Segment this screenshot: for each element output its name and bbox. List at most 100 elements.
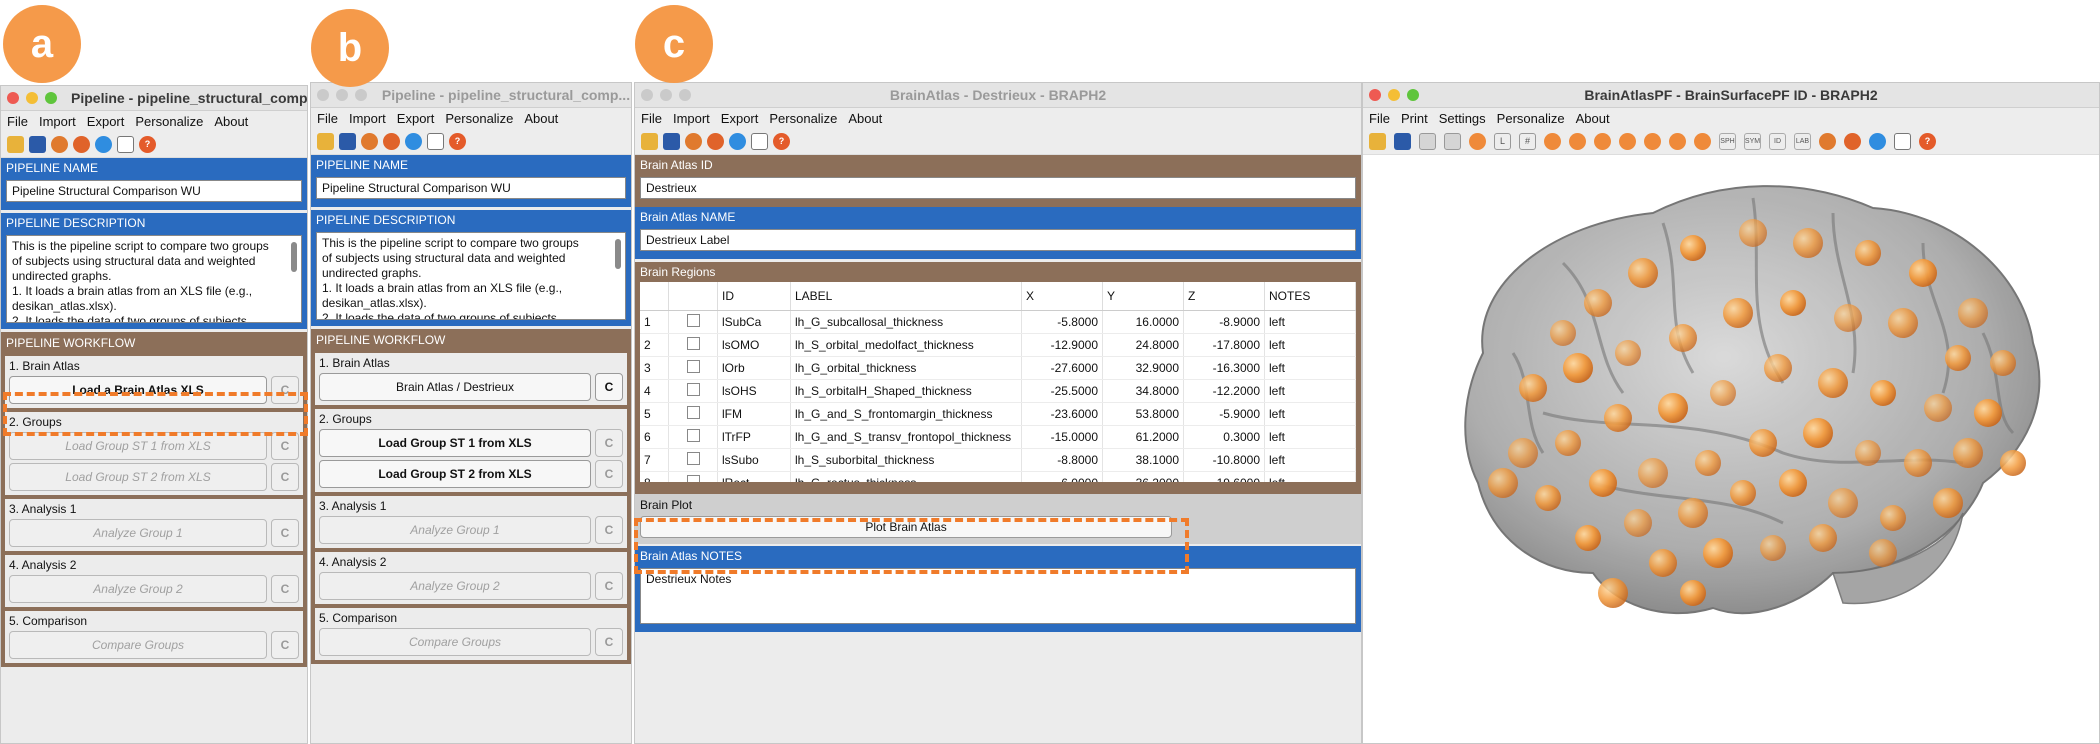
row-checkbox[interactable] (686, 406, 700, 419)
minimize-window-button[interactable] (26, 92, 38, 104)
c-button[interactable]: C (595, 572, 623, 600)
menu-import[interactable]: Import (349, 111, 386, 126)
scrollbar-thumb[interactable] (615, 239, 621, 269)
menu-about[interactable]: About (214, 114, 248, 129)
c-button[interactable]: C (595, 516, 623, 544)
region-y[interactable]: 36.2000 (1102, 471, 1184, 482)
region-x[interactable]: -23.6000 (1021, 402, 1103, 426)
help-icon[interactable]: ? (449, 132, 466, 150)
region-x[interactable]: -25.5000 (1021, 379, 1103, 403)
region-x[interactable]: -27.6000 (1021, 356, 1103, 380)
table-row[interactable]: 8 lRectlh_G_rectus_thickness-6.000036.200… (640, 471, 1356, 482)
c-button[interactable]: C (595, 460, 623, 488)
zoom-window-button[interactable] (45, 92, 57, 104)
document-icon[interactable] (1894, 132, 1911, 150)
region-id[interactable]: lTrFP (717, 425, 791, 449)
region-y[interactable]: 53.8000 (1102, 402, 1184, 426)
atlas-id-field[interactable]: Destrieux (640, 177, 1356, 199)
brain-icon[interactable] (73, 135, 90, 153)
analyze-group-2-button[interactable]: Analyze Group 2 (319, 572, 591, 600)
minimize-window-button[interactable] (660, 89, 672, 101)
region-notes[interactable]: left (1264, 448, 1356, 472)
region-id[interactable]: lRect (717, 471, 791, 482)
labels-toggle-icon[interactable]: LAB (1794, 132, 1811, 150)
save-icon[interactable] (339, 132, 356, 150)
region-x[interactable]: -8.8000 (1021, 448, 1103, 472)
table-row[interactable]: 1 lSubCa lh_G_subcallosal_thickness -5.8000… (640, 310, 1356, 334)
menu-personalize[interactable]: Personalize (135, 114, 203, 129)
region-notes[interactable]: left (1264, 425, 1356, 449)
brain-view-icon[interactable] (1544, 132, 1561, 150)
menu-export[interactable]: Export (397, 111, 435, 126)
pipeline-description-field[interactable]: This is the pipeline script to compare t… (316, 232, 626, 320)
region-y[interactable]: 34.8000 (1102, 379, 1184, 403)
spheres-toggle-icon[interactable]: SPH (1719, 132, 1736, 150)
region-label[interactable]: lh_S_orbitalH_Shaped_thickness (790, 379, 1022, 403)
c-button[interactable]: C (595, 628, 623, 656)
brain-icon[interactable] (383, 132, 400, 150)
document-icon[interactable] (427, 132, 444, 150)
close-window-button[interactable] (7, 92, 19, 104)
brain-view-back-icon[interactable] (1694, 132, 1711, 150)
row-checkbox[interactable] (686, 475, 700, 482)
zoom-window-button[interactable] (355, 89, 367, 101)
region-y[interactable]: 32.9000 (1102, 356, 1184, 380)
twitter-icon[interactable] (1869, 132, 1886, 150)
menu-file[interactable]: File (317, 111, 338, 126)
document-icon[interactable] (117, 135, 134, 153)
brain-view-top-icon[interactable] (1619, 132, 1636, 150)
table-row[interactable]: 5 lFM lh_G_and_S_frontomargin_thickness -23… (640, 402, 1356, 426)
region-y[interactable]: 38.1000 (1102, 448, 1184, 472)
panel-icon[interactable] (1444, 132, 1461, 150)
region-id[interactable]: lFM (717, 402, 791, 426)
region-notes[interactable]: left (1264, 356, 1356, 380)
help-icon[interactable]: ? (139, 135, 156, 153)
compare-groups-button[interactable]: Compare Groups (9, 631, 267, 659)
brain-icon[interactable] (707, 132, 724, 150)
region-x[interactable]: -6.0000 (1021, 471, 1103, 482)
save-icon[interactable] (663, 132, 680, 150)
menu-file[interactable]: File (641, 111, 662, 126)
twitter-icon[interactable] (405, 132, 422, 150)
twitter-icon[interactable] (95, 135, 112, 153)
help-icon[interactable]: ? (1919, 132, 1936, 150)
region-id[interactable]: lOrb (717, 356, 791, 380)
c-button[interactable]: C (271, 575, 299, 603)
region-notes[interactable]: left (1264, 333, 1356, 357)
load-group-2-button[interactable]: Load Group ST 2 from XLS (9, 463, 267, 491)
menu-about[interactable]: About (848, 111, 882, 126)
help-icon[interactable]: ? (773, 132, 790, 150)
brain-atlas-destrieux-button[interactable]: Brain Atlas / Destrieux (319, 373, 591, 401)
close-window-button[interactable] (641, 89, 653, 101)
region-z[interactable]: -10.8000 (1183, 448, 1265, 472)
pipeline-description-field[interactable]: This is the pipeline script to compare t… (6, 235, 302, 323)
row-checkbox[interactable] (686, 452, 700, 465)
region-label[interactable]: lh_G_and_S_transv_frontopol_thickness (790, 425, 1022, 449)
brain-view-right-icon[interactable] (1594, 132, 1611, 150)
minimize-window-button[interactable] (1388, 89, 1400, 101)
region-x[interactable]: -15.0000 (1021, 425, 1103, 449)
c-button[interactable]: C (271, 631, 299, 659)
region-id[interactable]: lsOMO (717, 333, 791, 357)
column-header[interactable] (668, 282, 718, 311)
pipeline-name-field[interactable]: Pipeline Structural Comparison WU (6, 180, 302, 202)
region-x[interactable]: -12.9000 (1021, 333, 1103, 357)
close-window-button[interactable] (1369, 89, 1381, 101)
globe-icon[interactable] (361, 132, 378, 150)
analyze-group-1-button[interactable]: Analyze Group 1 (9, 519, 267, 547)
load-group-1-button[interactable]: Load Group ST 1 from XLS (9, 432, 267, 460)
row-checkbox[interactable] (686, 314, 700, 327)
region-id[interactable]: lSubCa (717, 310, 791, 334)
menu-file[interactable]: File (1369, 111, 1390, 126)
region-z[interactable]: -12.2000 (1183, 379, 1265, 403)
region-z[interactable]: -16.3000 (1183, 356, 1265, 380)
menu-personalize[interactable]: Personalize (1497, 111, 1565, 126)
region-notes[interactable]: left (1264, 310, 1356, 334)
menu-import[interactable]: Import (39, 114, 76, 129)
table-row[interactable]: 6 lTrFP lh_G_and_S_transv_frontopol_thickn… (640, 425, 1356, 449)
load-group-1-button[interactable]: Load Group ST 1 from XLS (319, 429, 591, 457)
regions-table-container[interactable]: ID LABEL X Y Z NOTES 1 lSubCa lh_G_subcall… (640, 282, 1356, 482)
region-y[interactable]: 16.0000 (1102, 310, 1184, 334)
region-label[interactable]: lh_G_rectus_thickness (790, 471, 1022, 482)
scrollbar-thumb[interactable] (291, 242, 297, 272)
